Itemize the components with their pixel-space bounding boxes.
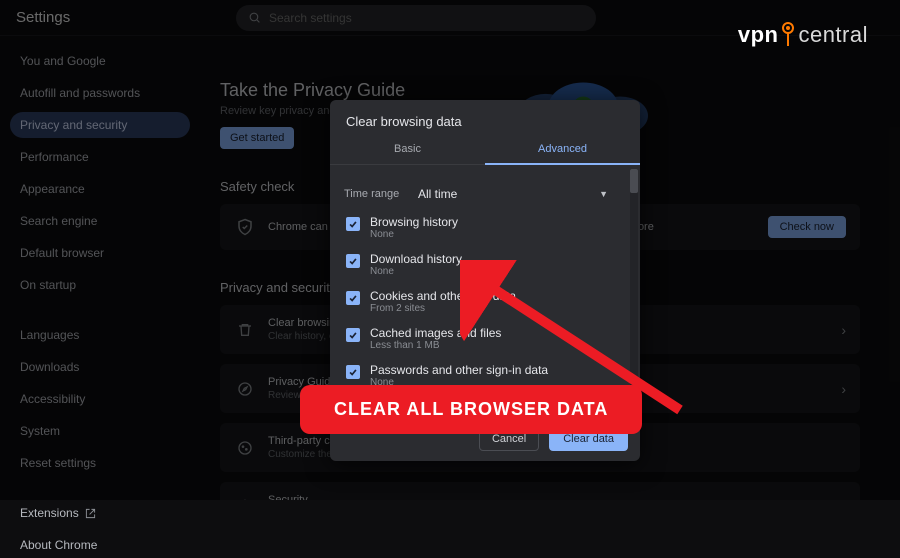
check-sublabel: None: [370, 229, 458, 240]
dropdown-triangle-icon: ▼: [599, 189, 608, 199]
annotation-callout: CLEAR ALL BROWSER DATA: [300, 385, 642, 434]
logo-text-left: vpn: [738, 22, 779, 48]
dialog-title: Clear browsing data: [330, 100, 640, 135]
sidebar-item-reset[interactable]: Reset settings: [10, 450, 190, 476]
check-now-button[interactable]: Check now: [768, 216, 846, 238]
search-icon: [248, 11, 261, 24]
scrollbar-thumb[interactable]: [630, 169, 638, 193]
cookie-icon: [234, 437, 256, 459]
time-range-label: Time range: [344, 188, 404, 200]
check-cookies[interactable]: Cookies and other site dataFrom 2 sites: [344, 283, 636, 320]
tab-basic[interactable]: Basic: [330, 135, 485, 165]
sidebar-item-system[interactable]: System: [10, 418, 190, 444]
sidebar-item-privacy-security[interactable]: Privacy and security: [10, 112, 190, 138]
check-cached-images[interactable]: Cached images and filesLess than 1 MB: [344, 320, 636, 357]
chevron-right-icon: ›: [841, 381, 846, 397]
security-icon: [234, 496, 256, 501]
vpncentral-logo: vpn central: [738, 22, 868, 48]
check-sublabel: Less than 1 MB: [370, 340, 501, 351]
row-title: Security: [268, 494, 829, 500]
trash-icon: [234, 319, 256, 341]
external-link-icon: [85, 508, 96, 519]
time-range-select[interactable]: All time ▼: [414, 183, 636, 205]
sidebar-item-autofill[interactable]: Autofill and passwords: [10, 80, 190, 106]
sidebar-item-accessibility[interactable]: Accessibility: [10, 386, 190, 412]
sidebar-item-default-browser[interactable]: Default browser: [10, 240, 190, 266]
dialog-tabs: Basic Advanced: [330, 135, 640, 165]
check-label: Cached images and files: [370, 326, 501, 340]
sidebar-item-on-startup[interactable]: On startup: [10, 272, 190, 298]
sidebar-item-extensions[interactable]: Extensions: [10, 500, 190, 526]
row-security[interactable]: Security Safe Browsing (protection from …: [220, 482, 860, 500]
compass-icon: [234, 378, 256, 400]
sidebar-item-downloads[interactable]: Downloads: [10, 354, 190, 380]
checkbox-icon[interactable]: [346, 217, 360, 231]
search-settings[interactable]: [236, 5, 596, 31]
sidebar-item-label: Extensions: [20, 506, 79, 520]
check-label: Passwords and other sign-in data: [370, 363, 548, 377]
sidebar-item-languages[interactable]: Languages: [10, 322, 190, 348]
time-range-value: All time: [418, 187, 457, 201]
chevron-right-icon: ›: [841, 322, 846, 338]
logo-text-right: central: [798, 22, 868, 48]
check-download-history[interactable]: Download historyNone: [344, 246, 636, 283]
get-started-button[interactable]: Get started: [220, 127, 294, 149]
tab-advanced[interactable]: Advanced: [485, 135, 640, 165]
sidebar-item-appearance[interactable]: Appearance: [10, 176, 190, 202]
sidebar-item-performance[interactable]: Performance: [10, 144, 190, 170]
settings-sidebar: You and Google Autofill and passwords Pr…: [0, 36, 200, 500]
sidebar-item-about[interactable]: About Chrome: [10, 532, 190, 558]
check-label: Browsing history: [370, 215, 458, 229]
sidebar-item-you-and-google[interactable]: You and Google: [10, 48, 190, 74]
check-label: Cookies and other site data: [370, 289, 516, 303]
check-label: Download history: [370, 252, 462, 266]
checkbox-icon[interactable]: [346, 291, 360, 305]
checkbox-icon[interactable]: [346, 254, 360, 268]
check-sublabel: From 2 sites: [370, 303, 516, 314]
sidebar-item-search-engine[interactable]: Search engine: [10, 208, 190, 234]
check-browsing-history[interactable]: Browsing historyNone: [344, 209, 636, 246]
checkbox-icon[interactable]: [346, 328, 360, 342]
check-sublabel: None: [370, 266, 462, 277]
checkbox-icon[interactable]: [346, 365, 360, 379]
search-input[interactable]: [269, 11, 584, 25]
logo-pin-icon: [780, 22, 796, 48]
scrollbar-track: [630, 169, 638, 416]
page-title: Settings: [16, 9, 236, 26]
shield-verify-icon: [234, 216, 256, 238]
